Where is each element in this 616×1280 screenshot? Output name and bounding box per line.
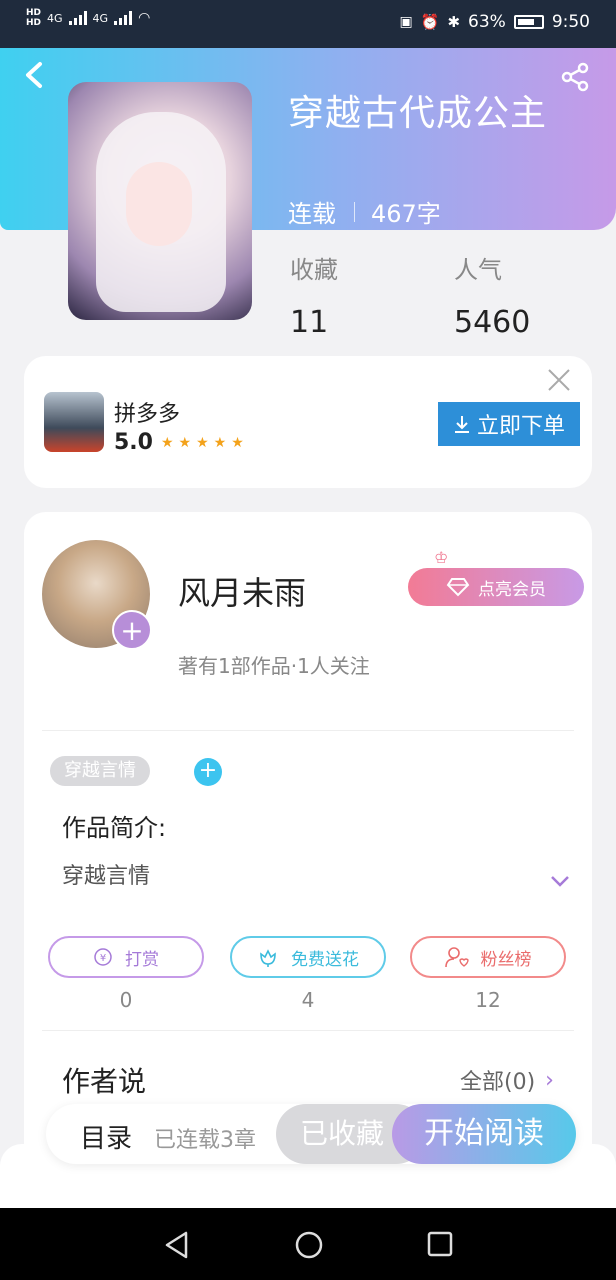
- add-tag-button[interactable]: +: [194, 758, 222, 786]
- svg-text:¥: ¥: [100, 953, 106, 964]
- star-rating-icons: ★★★★★: [160, 434, 249, 451]
- vip-button[interactable]: 点亮会员: [408, 568, 584, 606]
- book-cover[interactable]: [68, 82, 252, 320]
- back-button[interactable]: [22, 60, 52, 94]
- wifi-icon: ◠: [138, 10, 151, 26]
- intro-text: 穿越言情: [62, 864, 151, 889]
- stat-value: 5460: [454, 305, 531, 340]
- all-link-label: 全部(0): [460, 1070, 536, 1095]
- user-heart-icon: [444, 947, 469, 968]
- stat-value: 11: [290, 305, 329, 340]
- ad-rating-value: 5.0: [114, 430, 153, 455]
- bluetooth-icon: ✱: [447, 13, 461, 31]
- hd-icon: HD HD: [26, 8, 42, 28]
- bottom-action-bar: 目录 已连载3章 已收藏 开始阅读: [46, 1104, 576, 1164]
- fan-count: 12: [475, 988, 501, 1012]
- alarm-icon: ⏰: [420, 13, 440, 31]
- cover-art-face: [126, 162, 192, 246]
- nav-home-icon[interactable]: [294, 1230, 324, 1260]
- expand-intro-button[interactable]: [550, 868, 570, 888]
- ad-app-name: 拼多多: [114, 402, 181, 427]
- stat-label: 人气: [454, 256, 502, 284]
- section-divider: [42, 730, 574, 731]
- section-divider: [42, 1030, 574, 1031]
- send-flower-button[interactable]: 免费送花: [230, 936, 386, 978]
- book-title: 穿越古代成公主: [288, 93, 548, 134]
- genre-tag[interactable]: 穿越言情: [50, 756, 150, 786]
- follow-author-button[interactable]: +: [112, 610, 152, 650]
- chevron-right-icon: ›: [545, 1067, 554, 1093]
- reward-button[interactable]: ¥ 打赏: [48, 936, 204, 978]
- nfc-icon: ▣: [399, 14, 413, 30]
- flower-count: 4: [301, 988, 315, 1012]
- battery-percent: 63%: [468, 12, 506, 32]
- ad-rating: 5.0 ★★★★★: [114, 430, 249, 455]
- download-icon: [454, 416, 469, 433]
- author-summary: 著有1部作品·1人关注: [178, 654, 370, 678]
- intro-title: 作品简介:: [62, 814, 167, 842]
- crown-icon: ♔: [434, 548, 449, 567]
- vip-button-label: 点亮会员: [478, 579, 546, 600]
- net1-label: 4G: [47, 11, 63, 25]
- status-right: ▣ ⏰ ✱ 63% 9:50: [400, 12, 590, 32]
- stat-label: 收藏: [290, 256, 338, 284]
- nav-recent-apps-icon[interactable]: [426, 1230, 454, 1258]
- yen-coin-icon: ¥: [94, 948, 112, 966]
- book-word-count: 467字: [371, 200, 441, 228]
- reward-count: 0: [119, 988, 133, 1012]
- author-name: 风月未雨: [178, 574, 307, 612]
- author-says-title: 作者说: [62, 1065, 147, 1098]
- diamond-icon: [446, 578, 470, 597]
- ad-app-icon: [44, 392, 104, 452]
- send-flower-label: 免费送花: [291, 949, 359, 970]
- toc-button[interactable]: 目录: [80, 1118, 132, 1155]
- ad-order-button[interactable]: 立即下单: [438, 402, 580, 446]
- fan-ranking-label: 粉丝榜: [480, 949, 532, 970]
- start-reading-button[interactable]: 开始阅读: [392, 1104, 576, 1164]
- battery-icon: [513, 15, 544, 29]
- fan-ranking-button[interactable]: 粉丝榜: [410, 936, 566, 978]
- stat-popularity: 人气 5460: [454, 250, 530, 340]
- status-bar: HD HD 4G 4G ◠ ▣ ⏰ ✱ 63% 9:50: [0, 0, 616, 48]
- system-nav-bar: [0, 1208, 616, 1280]
- close-icon: [548, 369, 570, 391]
- ad-card[interactable]: 拼多多 5.0 ★★★★★ 立即下单: [24, 356, 592, 488]
- book-status: 连载: [288, 200, 336, 228]
- ad-order-label: 立即下单: [476, 414, 565, 439]
- stat-favorites: 收藏 11: [290, 250, 338, 340]
- ad-close-button[interactable]: [546, 368, 572, 394]
- net2-label: 4G: [92, 11, 109, 25]
- nav-back-icon[interactable]: [164, 1230, 190, 1260]
- back-arrow-icon: [26, 62, 42, 88]
- book-meta: 连载 467字: [288, 194, 441, 229]
- author-says-all-link[interactable]: 全部(0) ›: [460, 1064, 554, 1096]
- meta-divider: [354, 201, 355, 222]
- clock: 9:50: [551, 12, 590, 32]
- flower-icon: [260, 949, 276, 967]
- signal2-icon: [114, 11, 133, 25]
- chapter-count: 已连载3章: [154, 1128, 256, 1153]
- signal1-icon: [68, 11, 87, 25]
- status-left: HD HD 4G 4G ◠: [26, 8, 150, 28]
- chevron-down-icon: [551, 876, 569, 887]
- reward-label: 打赏: [125, 949, 159, 970]
